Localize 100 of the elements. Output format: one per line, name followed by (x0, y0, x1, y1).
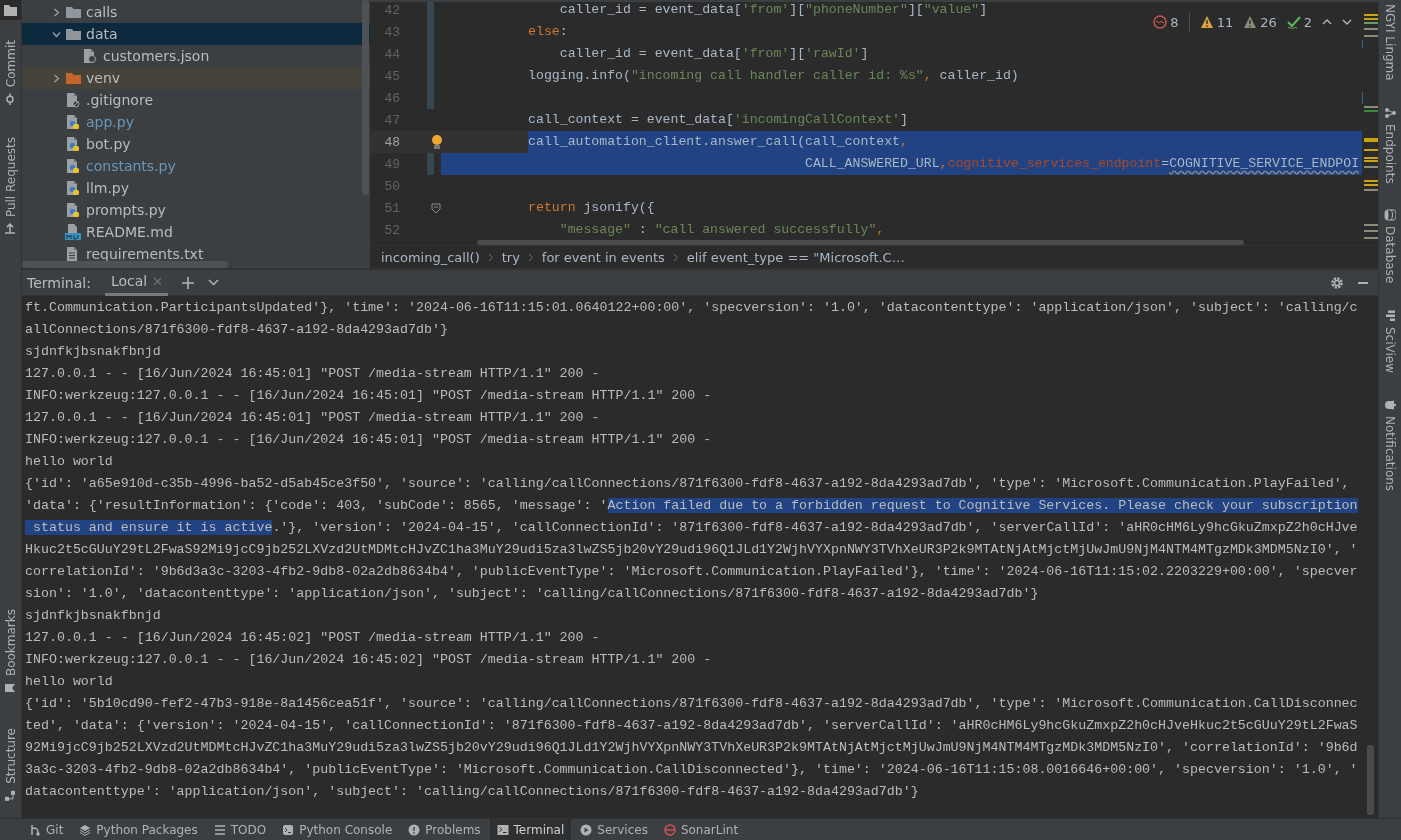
folder-icon (65, 28, 81, 40)
tree-item[interactable]: llm.py (86, 180, 130, 196)
breadcrumb[interactable]: for event in events (541, 249, 665, 265)
tree-item[interactable]: requirements.txt (86, 246, 204, 262)
terminal-line: 127.0.0.1 - - [16/Jun/2024 16:45:02] "POST /media-stream HTTP/1.1" 200 - (25, 629, 600, 647)
file-icon (65, 202, 81, 218)
tool-window-button[interactable]: Structure (0, 722, 21, 808)
file-icon (65, 180, 81, 196)
terminal-line: 92Mi9jcC9jb252LXVzd2UtMDMtcHJvZC1ha3MuY29udi5za3lwZS5jb20vY29udi96Q1JLd1Y2WjhVYXpnNWY3TVhXeUR3P2k9MTAtNjAtMjctMjUwJmU9NjM4NTM4MTgzMDk3MDM5NzI0', 'correlationId': '9b6d (25, 739, 1358, 757)
file-icon (65, 158, 81, 174)
line-number: 46 (383, 90, 400, 106)
tool-window-tab[interactable]: TODO (206, 819, 274, 840)
tool-window-button[interactable]: Notifications (1379, 394, 1401, 495)
folder-icon (65, 6, 81, 18)
file-icon (65, 92, 81, 108)
tree-item[interactable]: .gitignore (86, 92, 153, 108)
typo-count[interactable]: 2 (1286, 14, 1312, 30)
project-folder-icon[interactable] (0, 0, 21, 20)
tool-window-tab[interactable]: SonarLint (656, 819, 746, 840)
panel-title: Terminal: (27, 274, 91, 291)
tree-item[interactable]: README.md (86, 224, 173, 240)
tool-window-button[interactable]: Pull Requests (0, 131, 21, 242)
branch-icon (29, 823, 41, 836)
tool-window-tab[interactable]: Python Console (275, 819, 400, 840)
tool-window-tab[interactable]: Terminal (489, 819, 572, 840)
code-line: return jsonify({ (527, 199, 655, 217)
terminal-line: Hkuc2t5cGUuY29tL2FwaS92Mi9jcC9jb252LXVzd2UtMDMtcHJvZC1ha3MuY29udi5za3lwZS5jb20vY29udi96Q1JLd1Y2WjhVYXpnNWY3TVhXeUR3P2k9MTAtNjAtMjctMjUwJmU9NjM4NTM4MTgzMDk3MDM5NzI0', ' (25, 541, 1358, 559)
settings-icon[interactable] (1330, 275, 1344, 290)
lightbulb-icon[interactable] (431, 135, 443, 149)
nodes-icon (1384, 106, 1396, 119)
line-number: 50 (383, 178, 400, 194)
warning-icon (408, 823, 421, 836)
terminal-line: INFO:werkzeug:127.0.0.1 - - [16/Jun/2024 16:45:01] "POST /media-stream HTTP/1.1" 200 - (25, 387, 712, 405)
code-line: "message" : "call answered successfully", (558, 221, 885, 239)
tree-item[interactable]: venv (86, 70, 121, 86)
tree-item[interactable]: prompts.py (86, 202, 166, 218)
tool-window-button[interactable]: NGYI Lingma (1379, 0, 1401, 85)
bookmark-icon (4, 682, 17, 695)
tool-window-tab[interactable]: Python Packages (72, 819, 205, 840)
tool-window-tab[interactable]: Services (573, 819, 655, 840)
console-icon (282, 823, 295, 836)
tool-window-tab[interactable]: Git (22, 819, 71, 840)
tree-item[interactable]: data (86, 26, 118, 42)
terminal-line: correlationId': '9b6d3a3c-3203-4fb2-9db8-02a2db8634b4', 'publicEventType': 'Microsoft.Communication.PlayFailed'}, 'time': '2024-06-16T11:15:02.2203229+00:00', 'specver (25, 563, 1358, 581)
terminal-line: INFO:werkzeug:127.0.0.1 - - [16/Jun/2024 16:45:02] "POST /media-stream HTTP/1.1" 200 - (25, 651, 712, 669)
file-icon (65, 224, 81, 240)
change-marker[interactable] (427, 2, 434, 21)
tree-item[interactable]: customers.json (103, 48, 210, 64)
warning-icon (1243, 15, 1258, 29)
separator-icon (672, 252, 679, 262)
terminal-line: 127.0.0.1 - - [16/Jun/2024 16:45:01] "POST /media-stream HTTP/1.1" 200 - (25, 409, 600, 427)
tool-window-button[interactable]: Commit (0, 34, 21, 112)
minimize-icon[interactable] (1358, 281, 1368, 284)
weak-warning-count[interactable]: 26 (1243, 14, 1277, 30)
line-number: 52 (383, 222, 400, 238)
scrollbar[interactable] (362, 0, 369, 195)
close-icon[interactable] (153, 276, 163, 286)
scrollbar[interactable] (22, 261, 228, 268)
tree-item[interactable]: constants.py (86, 158, 176, 174)
line-number: 49 (383, 156, 400, 172)
terminal-line: sjdnfkjbsnakfbnjd (25, 343, 161, 361)
scrollbar[interactable] (477, 240, 1244, 245)
tool-window-button[interactable]: Endpoints (1379, 102, 1401, 188)
tool-window-button[interactable]: SciView (1379, 305, 1401, 377)
fold-icon[interactable] (431, 202, 441, 214)
line-number: 51 (383, 200, 400, 216)
session-tab[interactable]: Local (104, 269, 169, 296)
scrollbar[interactable] (1367, 745, 1374, 815)
terminal-line: ft.Communication.ParticipantsUpdated'}, 'time': '2024-06-16T11:15:01.0640122+00:00', 'specversion': '1.0', 'datacontenttype': 'application/json', 'subject': 'calling/c (25, 299, 1358, 317)
change-marker[interactable] (427, 153, 434, 175)
tree-item[interactable]: app.py (86, 114, 134, 130)
tree-item[interactable]: bot.py (86, 136, 131, 152)
code-line: caller_id = event_data['from']['rawId'] (558, 45, 869, 63)
tool-window-button[interactable]: Bookmarks (0, 603, 21, 701)
layers-icon (79, 823, 92, 836)
terminal-line: datacontenttype': 'application/json', 'subject': 'calling/callConnections/871f6300-fdf8-4637-a192-8da4293ad7db'} (25, 783, 919, 801)
file-icon (82, 48, 98, 64)
breadcrumb[interactable]: incoming_call() (381, 249, 480, 265)
tree-item[interactable]: calls (86, 4, 118, 20)
terminal-line: {'id': '5b10cd90-fef2-47b3-918e-8a1456cea51f', 'source': 'calling/callConnections/871f6300-fdf8-4637-a192-8da4293ad7db', 'type': 'Microsoft.Communication.CallDisconnec (25, 695, 1358, 713)
code-line: logging.info("incoming call handler caller id: %s", caller_id) (527, 67, 1019, 85)
database-icon (1384, 209, 1396, 222)
error-count[interactable]: 8 (1153, 14, 1179, 30)
tool-window-tab[interactable]: Problems (401, 819, 488, 840)
folder-icon (65, 72, 81, 84)
line-number: 44 (383, 46, 400, 62)
add-icon[interactable] (182, 276, 195, 289)
terminal-line: status and ensure it is active.'}, 'version': '2024-04-15', 'callConnectionId': '871f6300-fdf8-4637-a192-8da4293ad7db', 'serverCallId': 'aHR0cHM6Ly9hcGkuZmxpZ2h0cHJve (25, 517, 1358, 539)
terminal-line: 127.0.0.1 - - [16/Jun/2024 16:45:01] "POST /media-stream HTTP/1.1" 200 - (25, 365, 600, 383)
separator-icon (527, 252, 534, 262)
commit-icon (4, 93, 17, 106)
warning-count[interactable]: 11 (1199, 14, 1234, 30)
file-icon (65, 136, 81, 152)
change-marker[interactable] (427, 87, 434, 109)
code-line: else: (527, 23, 568, 41)
line-number: 48 (383, 134, 400, 150)
check-icon (1286, 15, 1301, 29)
breadcrumb[interactable]: try (501, 249, 520, 265)
breadcrumb[interactable]: elif event_type == "Microsoft.C… (686, 249, 905, 265)
tool-window-button[interactable]: Database (1379, 205, 1401, 288)
